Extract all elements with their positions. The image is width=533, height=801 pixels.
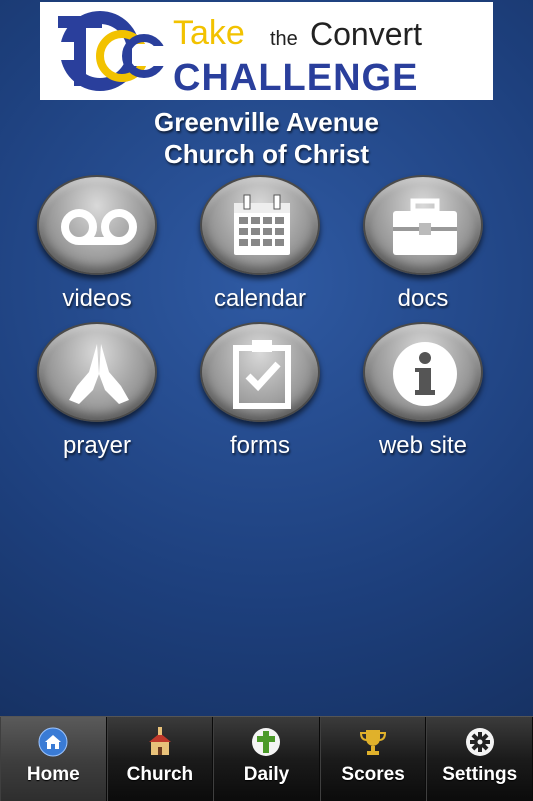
gear-icon [465,728,494,756]
web-site-button[interactable]: web site [343,322,503,462]
forms-circle [200,322,320,422]
calendar-circle [200,175,320,275]
forms-label: forms [230,432,290,459]
tab-scores[interactable]: Scores [319,717,427,801]
docs-label: docs [397,285,449,312]
tab-scores-label: Scores [341,764,405,785]
clipboard-check-icon [233,340,291,409]
prayer-circle [37,322,157,422]
trophy-icon [360,730,387,755]
header-banner: Take the Convert CHALLENGE [40,2,493,100]
videos-button[interactable]: videos [17,175,177,315]
tab-church-label: Church [126,764,194,785]
tab-settings-label: Settings [442,764,518,785]
tab-daily[interactable]: Daily [213,717,320,801]
tab-daily-label: Daily [243,764,290,785]
tab-home[interactable]: Home [0,717,107,801]
banner-challenge: CHALLENGE [173,57,419,99]
banner-text: Take the Convert CHALLENGE [173,14,493,104]
home-icon [38,727,68,757]
web-site-circle [363,322,483,422]
docs-button[interactable]: docs [343,175,503,315]
cross-icon [252,728,281,756]
banner-take: Take [173,14,245,52]
web-site-label: web site [378,432,468,459]
church-name: Greenville Avenue Church of Christ [0,106,533,170]
banner-the: the [270,28,298,50]
church-icon [148,727,171,755]
toolbox-icon [393,198,457,255]
tab-church[interactable]: Church [106,717,214,801]
church-name-line2: Church of Christ [163,139,370,169]
videos-circle [37,175,157,275]
tab-home-label: Home [26,764,80,785]
tab-settings[interactable]: Settings [426,717,533,801]
banner-convert: Convert [310,16,423,52]
tab-bar: Home Church Daily Scores Settings [0,716,533,801]
videos-label: videos [62,285,132,312]
info-icon [393,342,457,406]
church-name-line1: Greenville Avenue [154,107,379,137]
calendar-button[interactable]: calendar [180,175,340,315]
calendar-label: calendar [213,285,307,312]
calendar-icon [234,194,290,255]
prayer-label: prayer [62,432,132,459]
forms-button[interactable]: forms [180,322,340,462]
voicemail-icon [61,209,137,245]
prayer-button[interactable]: prayer [17,322,177,462]
docs-circle [363,175,483,275]
praying-hands-icon [69,344,129,404]
